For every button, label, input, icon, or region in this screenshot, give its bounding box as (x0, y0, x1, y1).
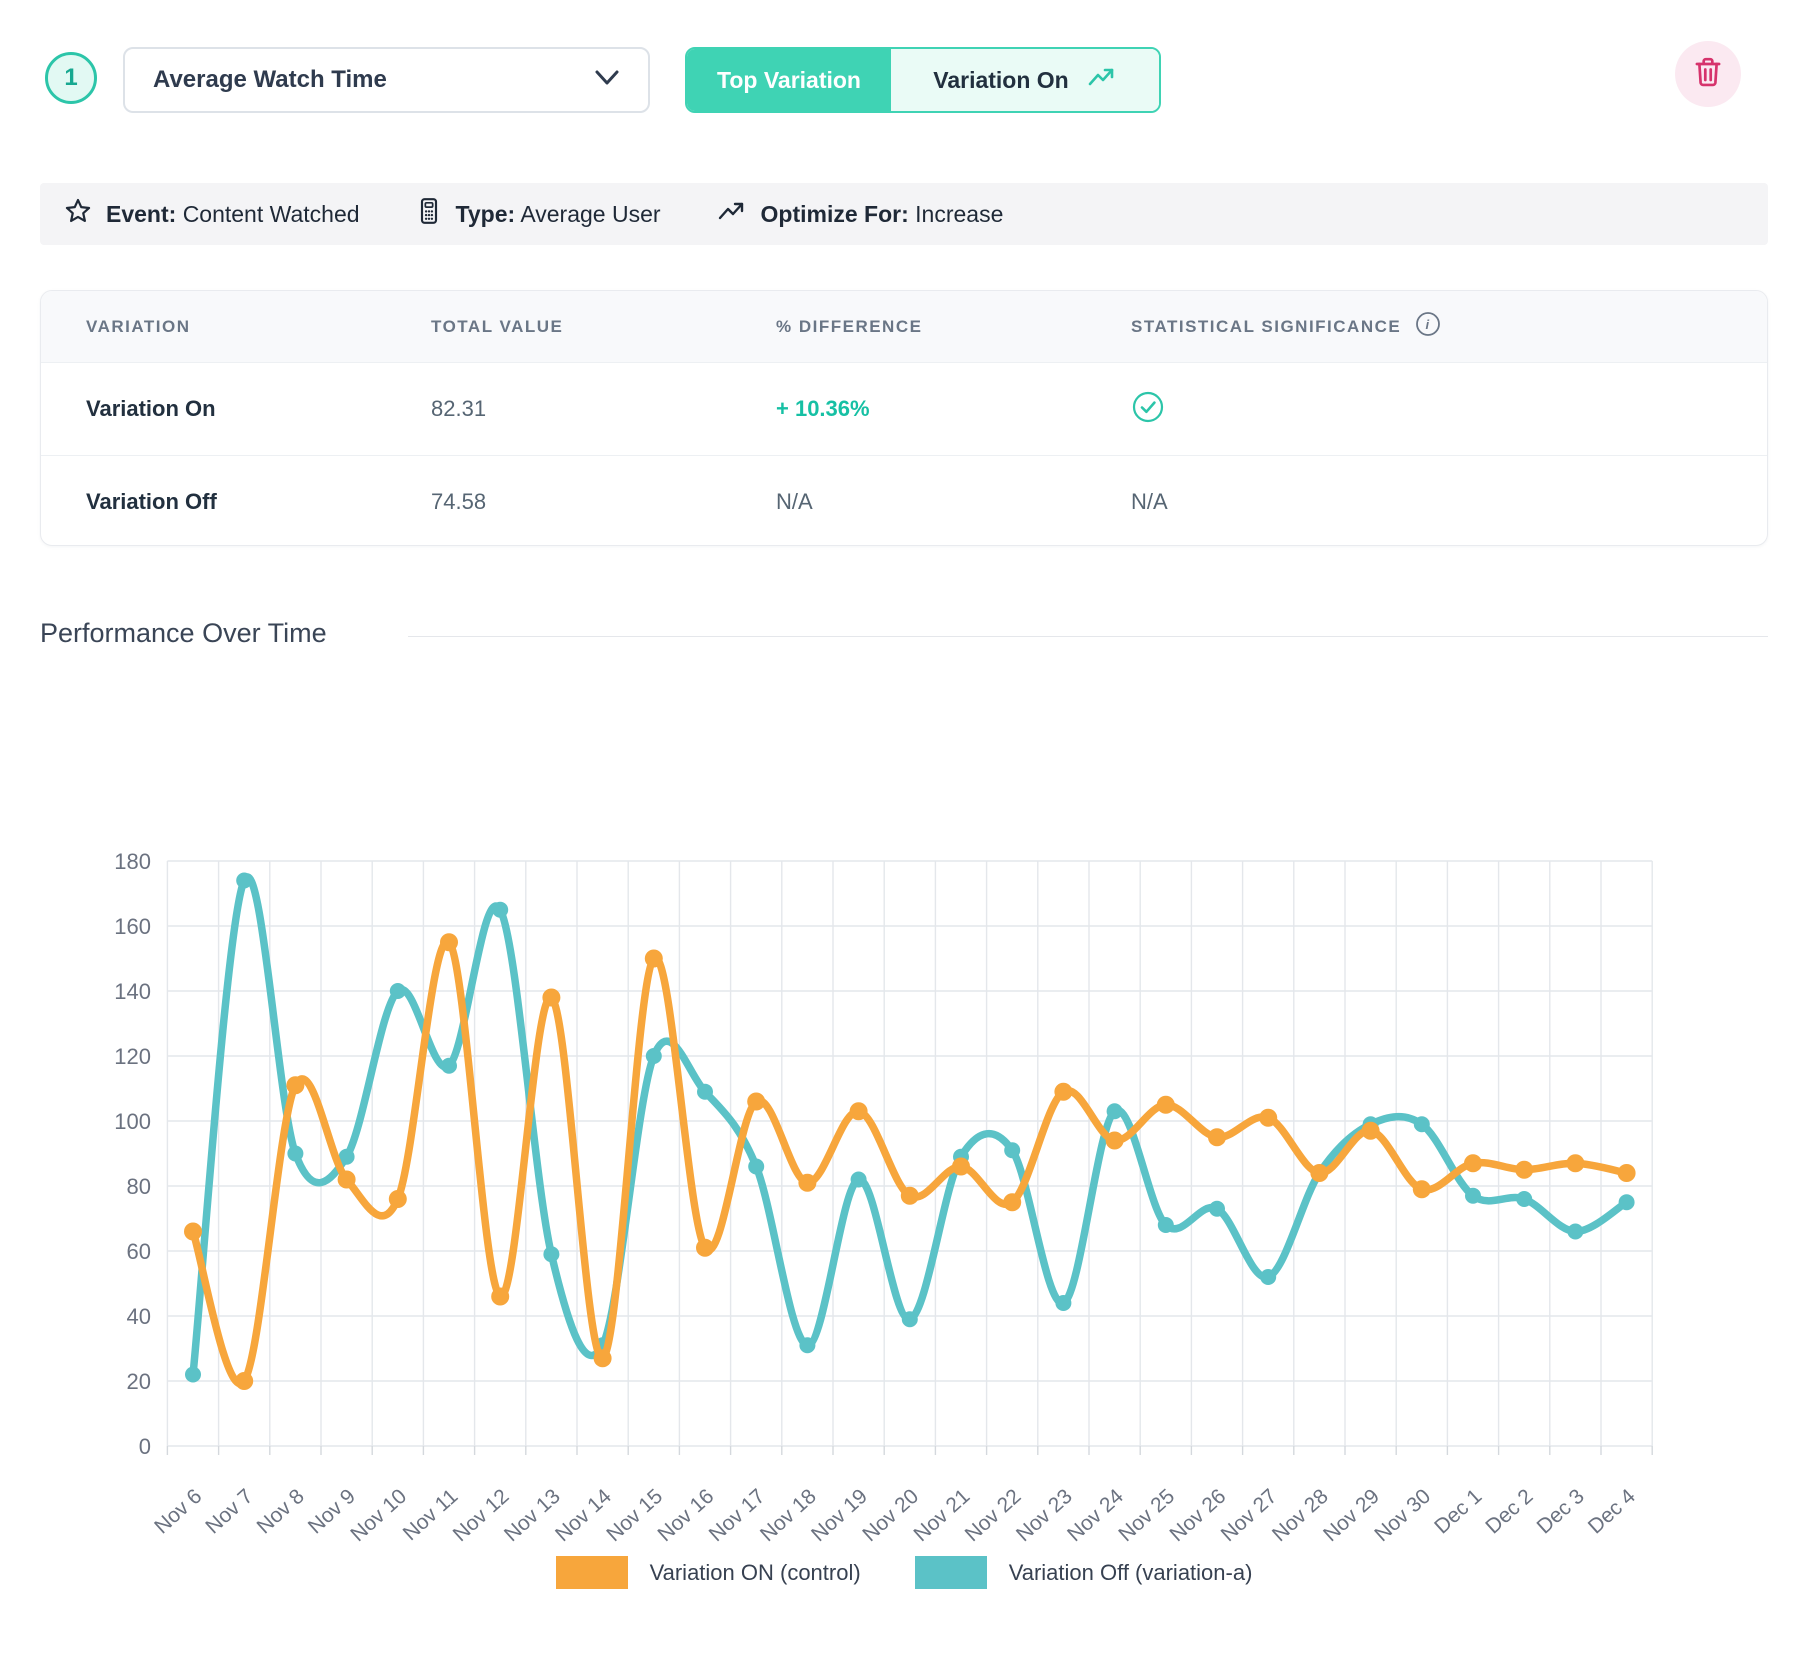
svg-text:Nov 7: Nov 7 (201, 1485, 257, 1539)
svg-text:Nov 23: Nov 23 (1012, 1485, 1077, 1547)
svg-text:Nov 24: Nov 24 (1063, 1484, 1128, 1546)
delete-metric-button[interactable] (1675, 41, 1741, 107)
variation-toggle: Top Variation Variation On (685, 47, 1161, 113)
legend-item-variation-off[interactable]: Variation Off (variation-a) (915, 1556, 1253, 1589)
optimize-label: Optimize For: (761, 201, 909, 227)
table-header-row: VARIATION TOTAL VALUE % DIFFERENCE STATI… (41, 291, 1767, 363)
svg-text:Nov 30: Nov 30 (1370, 1485, 1435, 1547)
step-number-badge: 1 (45, 52, 97, 104)
svg-text:Nov 6: Nov 6 (150, 1485, 206, 1539)
svg-text:Nov 13: Nov 13 (500, 1485, 565, 1547)
total-value: 82.31 (431, 396, 776, 422)
svg-text:Nov 17: Nov 17 (705, 1485, 770, 1547)
svg-text:Nov 26: Nov 26 (1166, 1485, 1231, 1547)
trending-up-icon (1087, 65, 1117, 95)
svg-text:Nov 11: Nov 11 (399, 1485, 463, 1546)
event-label: Event: (106, 201, 176, 227)
svg-text:Nov 29: Nov 29 (1319, 1485, 1384, 1547)
svg-text:i: i (1426, 317, 1431, 332)
top-variation-tab[interactable]: Top Variation (687, 49, 891, 111)
svg-text:Nov 18: Nov 18 (756, 1485, 821, 1547)
svg-text:Nov 12: Nov 12 (449, 1485, 514, 1547)
svg-text:20: 20 (127, 1369, 151, 1394)
legend-label: Variation ON (control) (650, 1560, 861, 1586)
legend-item-variation-on[interactable]: Variation ON (control) (556, 1556, 861, 1589)
performance-line-chart: 0 20 40 60 80 100 120 140 160 180 Nov 6Nov 7Nov 8 N… (0, 660, 1808, 1556)
results-table: VARIATION TOTAL VALUE % DIFFERENCE STATI… (40, 290, 1768, 546)
star-icon (64, 197, 92, 231)
total-value: 74.58 (431, 489, 776, 515)
svg-text:Nov 16: Nov 16 (654, 1485, 719, 1547)
variation-name: Variation On (86, 396, 431, 422)
significance-value: N/A (1131, 489, 1767, 515)
variation-name: Variation Off (86, 489, 431, 515)
svg-text:Nov 8: Nov 8 (253, 1485, 309, 1539)
check-circle-icon (1131, 411, 1165, 428)
svg-text:160: 160 (114, 914, 151, 939)
svg-text:180: 180 (114, 849, 151, 874)
percent-difference: + 10.36% (776, 396, 1131, 422)
event-info: Event: Content Watched (64, 197, 360, 231)
calculator-icon (416, 197, 442, 231)
svg-text:Dec 4: Dec 4 (1584, 1484, 1640, 1538)
svg-text:100: 100 (114, 1109, 151, 1134)
svg-text:120: 120 (114, 1044, 151, 1069)
step-number: 1 (64, 64, 77, 92)
significance-check (1131, 390, 1767, 429)
section-divider (408, 636, 1768, 637)
svg-text:Nov 10: Nov 10 (346, 1485, 411, 1547)
col-header-difference: % DIFFERENCE (776, 317, 1131, 337)
type-label: Type: (456, 201, 516, 227)
svg-text:60: 60 (127, 1239, 151, 1264)
percent-difference: N/A (776, 489, 1131, 515)
metric-dropdown[interactable]: Average Watch Time (123, 47, 650, 113)
optimize-info: Optimize For: Increase (717, 199, 1004, 229)
svg-text:140: 140 (114, 979, 151, 1004)
chevron-down-icon (594, 69, 620, 92)
metric-dropdown-value: Average Watch Time (153, 66, 387, 94)
svg-text:Nov 14: Nov 14 (551, 1484, 616, 1546)
chart-legend: Variation ON (control) Variation Off (va… (0, 1556, 1808, 1589)
legend-swatch-teal (915, 1556, 987, 1589)
svg-text:Nov 20: Nov 20 (858, 1485, 923, 1547)
col-header-significance: STATISTICAL SIGNIFICANCE i (1131, 311, 1767, 342)
optimize-value: Increase (915, 201, 1003, 227)
info-icon[interactable]: i (1415, 311, 1441, 342)
winner-variation-label: Variation On (933, 67, 1068, 94)
winner-variation-tab[interactable]: Variation On (891, 49, 1159, 111)
table-row: Variation Off 74.58 N/A N/A (41, 455, 1767, 546)
svg-text:Dec 1: Dec 1 (1430, 1485, 1486, 1539)
svg-text:Nov 27: Nov 27 (1217, 1485, 1282, 1547)
svg-text:Nov 25: Nov 25 (1114, 1485, 1179, 1547)
col-header-total-value: TOTAL VALUE (431, 317, 776, 337)
svg-text:Nov 15: Nov 15 (602, 1485, 667, 1547)
legend-swatch-orange (556, 1556, 628, 1589)
svg-text:0: 0 (139, 1434, 151, 1459)
svg-text:Nov 22: Nov 22 (961, 1485, 1026, 1547)
table-row: Variation On 82.31 + 10.36% (41, 363, 1767, 455)
svg-text:Nov 21: Nov 21 (910, 1485, 975, 1547)
top-variation-label: Top Variation (717, 67, 861, 94)
chart-section-title: Performance Over Time (40, 618, 327, 649)
metric-info-bar: Event: Content Watched Type: Average Use… (40, 183, 1768, 245)
col-header-variation: VARIATION (86, 317, 431, 337)
trend-arrow-icon (717, 199, 747, 229)
svg-text:Dec 3: Dec 3 (1533, 1485, 1589, 1539)
svg-text:Nov 19: Nov 19 (807, 1485, 872, 1547)
svg-text:Nov 28: Nov 28 (1268, 1485, 1333, 1547)
svg-text:Dec 2: Dec 2 (1481, 1485, 1537, 1539)
event-value: Content Watched (183, 201, 360, 227)
experiment-results-panel: 1 Average Watch Time Top Variation Varia… (0, 0, 1808, 1654)
trash-icon (1693, 56, 1723, 93)
svg-text:40: 40 (127, 1304, 151, 1329)
svg-text:80: 80 (127, 1174, 151, 1199)
type-value: Average User (520, 201, 660, 227)
type-info: Type: Average User (416, 197, 661, 231)
legend-label: Variation Off (variation-a) (1009, 1560, 1253, 1586)
